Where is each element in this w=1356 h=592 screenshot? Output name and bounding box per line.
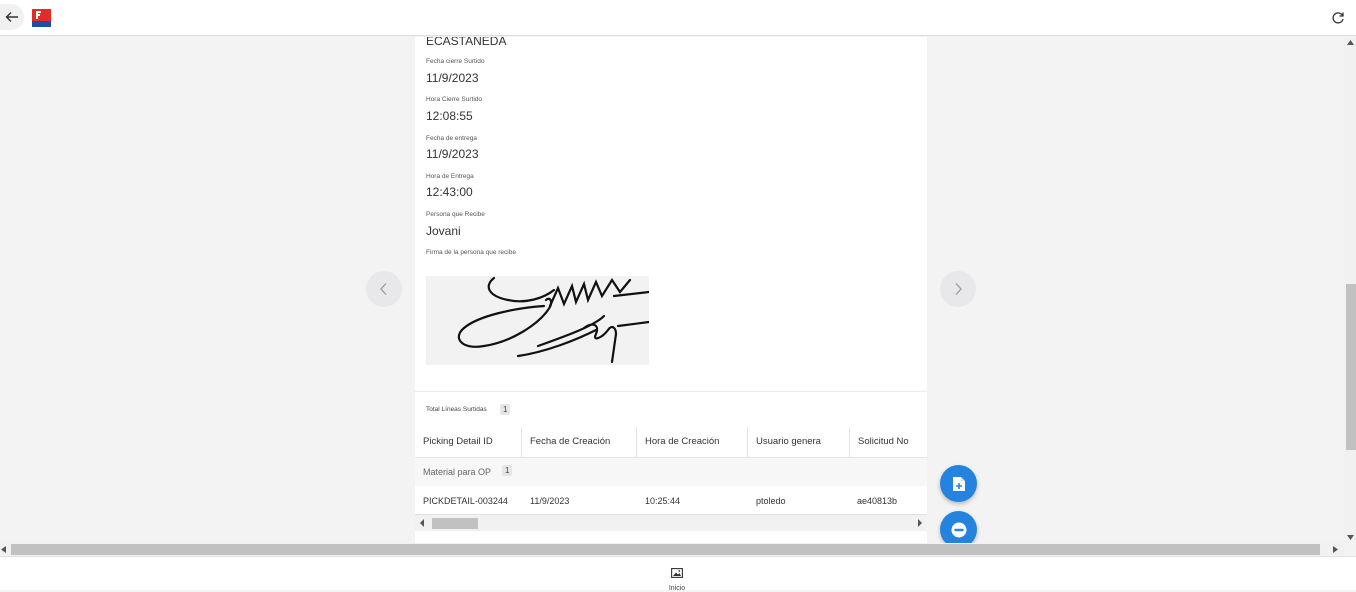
horizontal-scrollbar-thumb[interactable] [11, 544, 1320, 555]
chevron-right-icon [955, 283, 962, 295]
column-header[interactable]: Hora de Creación [637, 427, 748, 457]
image-icon [671, 568, 683, 578]
refresh-button[interactable] [1328, 8, 1348, 28]
bottom-nav: Inicio [0, 556, 1356, 592]
nav-item-label: Inicio [668, 585, 686, 592]
app-logo [32, 9, 51, 27]
fecha-entrega-value: 11/9/2023 [426, 147, 479, 161]
signature-image [426, 276, 651, 365]
column-header[interactable]: Fecha de Creación [522, 427, 637, 457]
scroll-left-icon[interactable] [1, 546, 6, 553]
horizontal-scrollbar[interactable] [0, 543, 1344, 556]
total-lines-label: Total Líneas Surtidas [426, 406, 487, 413]
column-header[interactable]: Solicitud No [850, 427, 927, 457]
arrow-left-icon [5, 12, 18, 22]
fecha-entrega-label: Fecha de entrega [426, 135, 477, 142]
add-document-button[interactable] [940, 465, 977, 502]
persona-recibe-label: Persona que Recibe [426, 211, 485, 218]
remove-button[interactable] [940, 511, 977, 543]
table-cell: 11/9/2023 [530, 496, 570, 506]
column-header[interactable]: Usuario genera [748, 427, 850, 457]
vertical-scrollbar-thumb[interactable] [1346, 284, 1356, 450]
table-row[interactable]: PICKDETAIL-003244 11/9/2023 10:25:44 pto… [415, 486, 927, 514]
created-by-value: ECASTANEDA [426, 37, 507, 48]
fecha-cierre-label: Fecha cierre Surtido [426, 58, 485, 65]
table-cell: ptoledo [756, 496, 786, 506]
table-cell: ae40813b [857, 496, 898, 506]
previous-button[interactable] [366, 271, 402, 307]
section-divider [415, 391, 927, 392]
top-bar [0, 0, 1356, 36]
fecha-cierre-value: 11/9/2023 [426, 71, 479, 85]
hora-cierre-value: 12:08:55 [426, 109, 473, 123]
persona-recibe-value: Jovani [426, 224, 461, 238]
scroll-right-icon[interactable] [917, 519, 923, 527]
next-button[interactable] [940, 271, 976, 307]
file-add-icon [952, 476, 965, 491]
table-scrollbar-thumb[interactable] [432, 518, 478, 529]
scroll-right-icon[interactable] [1333, 546, 1338, 553]
table-header: Picking Detail ID Fecha de Creación Hora… [415, 427, 927, 458]
minus-circle-icon [951, 522, 966, 537]
group-label: Material para OP [423, 467, 492, 477]
table-cell: PICKDETAIL-003244 [423, 496, 508, 506]
refresh-icon [1332, 12, 1344, 24]
detail-card: ECASTANEDA Fecha cierre Surtido 11/9/202… [415, 37, 927, 543]
column-header[interactable]: Picking Detail ID [415, 427, 522, 457]
back-button[interactable] [0, 4, 24, 30]
total-lines-count: 1 [500, 404, 511, 415]
hora-entrega-label: Hora de Entrega [426, 173, 474, 180]
table-scrollbar[interactable] [415, 514, 927, 531]
scroll-left-icon[interactable] [419, 519, 425, 527]
content-area: ECASTANEDA Fecha cierre Surtido 11/9/202… [0, 37, 1344, 543]
hora-entrega-value: 12:43:00 [426, 185, 473, 199]
scroll-up-icon[interactable] [1347, 40, 1354, 45]
hora-cierre-label: Hora Cierre Surtido [426, 96, 482, 103]
group-row[interactable]: Material para OP 1 [415, 458, 927, 486]
group-count: 1 [502, 465, 513, 476]
nav-item-inicio[interactable]: Inicio [660, 565, 694, 592]
table-cell: 10:25:44 [645, 496, 681, 506]
firma-label: Firma de la persona que recibe [426, 249, 516, 256]
scroll-down-icon[interactable] [1347, 535, 1354, 540]
vertical-scrollbar[interactable] [1344, 37, 1356, 543]
chevron-left-icon [380, 283, 387, 295]
